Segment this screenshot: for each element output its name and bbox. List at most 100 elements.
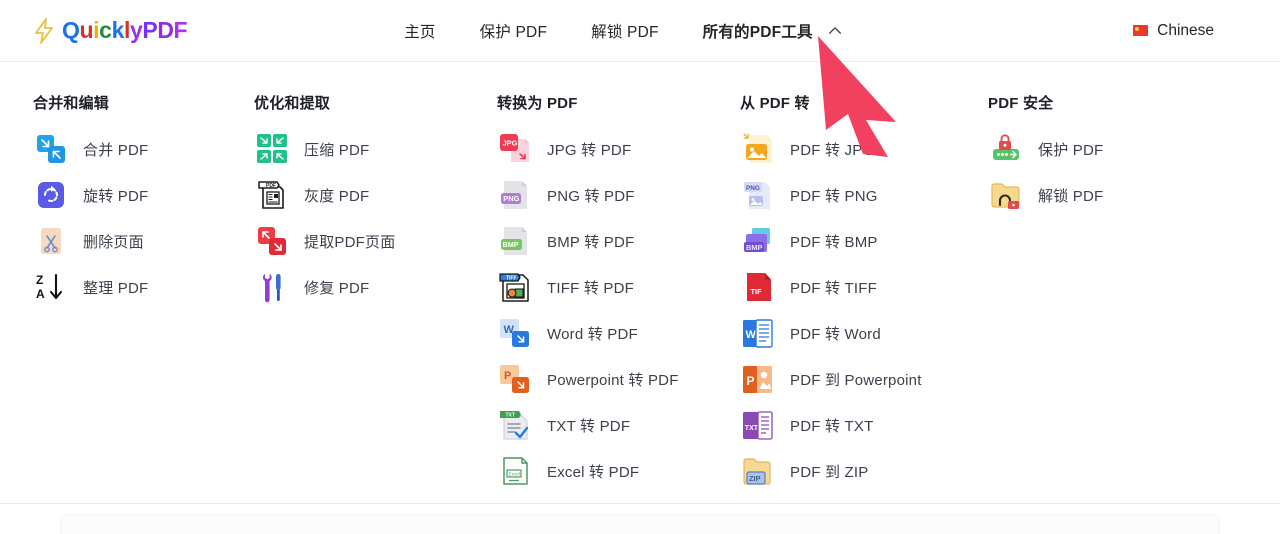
tool-item-pdf-to-png[interactable]: PNG PDF 转 PNG bbox=[740, 172, 980, 218]
tool-item-jpg-to-pdf[interactable]: JPG JPG 转 PDF bbox=[497, 126, 733, 172]
wordmark-letter: c bbox=[99, 17, 112, 43]
tool-item-merge-pdf[interactable]: 合并 PDF bbox=[33, 126, 245, 172]
rotate-pdf-icon bbox=[38, 182, 64, 208]
site-header: QuicklyPDF 主页 保护 PDF 解锁 PDF 所有的PDF工具 Chines… bbox=[0, 0, 1280, 62]
wordmark-letter: Q bbox=[62, 17, 80, 43]
tool-label: PDF 到 ZIP bbox=[790, 463, 869, 481]
word-to-pdf-icon: W bbox=[500, 319, 529, 347]
pdf-to-word-icon: W bbox=[740, 315, 776, 351]
tool-item-powerpoint-to-pdf[interactable]: P Powerpoint 转 PDF bbox=[497, 356, 733, 402]
nav-item-3[interactable]: 所有的PDF工具 bbox=[681, 14, 823, 48]
svg-text:Excel: Excel bbox=[509, 471, 520, 476]
protect-pdf-icon bbox=[993, 134, 1019, 160]
tool-item-delete-pages[interactable]: 删除页面 bbox=[33, 218, 245, 264]
tool-item-excel-to-pdf[interactable]: Excel Excel 转 PDF bbox=[497, 448, 733, 494]
tool-label: PDF 转 JPG bbox=[790, 141, 875, 159]
tool-label: PDF 转 PNG bbox=[790, 187, 878, 205]
tool-label: Word 转 PDF bbox=[547, 325, 638, 343]
wordmark-letter: D bbox=[157, 17, 174, 43]
bmp-to-pdf-icon: BMP bbox=[501, 227, 527, 255]
tool-item-pdf-to-word[interactable]: W PDF 转 Word bbox=[740, 310, 980, 356]
extract-pages-icon bbox=[254, 223, 290, 259]
column-title: 合并和编辑 bbox=[33, 95, 110, 112]
rotate-pdf-icon bbox=[33, 177, 69, 213]
svg-text:ZIP: ZIP bbox=[749, 474, 761, 483]
main-nav: 主页 保护 PDF 解锁 PDF 所有的PDF工具 bbox=[382, 14, 823, 48]
tool-item-bmp-to-pdf[interactable]: BMP BMP 转 PDF bbox=[497, 218, 733, 264]
tool-label: TXT 转 PDF bbox=[547, 417, 631, 435]
tool-column-2: 转换为 PDF JPG JPG 转 PDF PNG PNG 转 PDF BMP BMP 转 … bbox=[490, 88, 733, 504]
svg-text:P: P bbox=[747, 374, 755, 388]
tool-item-pdf-to-zip[interactable]: ZIP PDF 到 ZIP bbox=[740, 448, 980, 494]
column-title: 转换为 PDF bbox=[497, 95, 578, 112]
wordmark-letter: y bbox=[129, 17, 143, 43]
merge-pdf-icon bbox=[37, 135, 65, 163]
txt-to-pdf-icon: TXT bbox=[500, 411, 529, 440]
pdf-to-txt-icon: TXT bbox=[743, 411, 773, 440]
powerpoint-to-pdf-icon: P bbox=[500, 365, 529, 393]
tool-item-pdf-to-bmp[interactable]: BMP PDF 转 BMP bbox=[740, 218, 980, 264]
excel-to-pdf-icon: Excel bbox=[503, 457, 528, 485]
tool-label: TIFF 转 PDF bbox=[547, 279, 634, 297]
tool-item-rotate-pdf[interactable]: 旋转 PDF bbox=[33, 172, 245, 218]
tool-item-tiff-to-pdf[interactable]: TIFF TIFF 转 PDF bbox=[497, 264, 733, 310]
pdf-to-jpg-icon bbox=[740, 131, 776, 167]
nav-item-1[interactable]: 保护 PDF bbox=[458, 14, 570, 48]
svg-text:P: P bbox=[504, 370, 511, 382]
tool-item-pdf-to-powerpoint[interactable]: P PDF 到 Powerpoint bbox=[740, 356, 980, 402]
unlock-pdf-icon bbox=[988, 177, 1024, 213]
svg-text:W: W bbox=[746, 329, 757, 341]
tool-label: BMP 转 PDF bbox=[547, 233, 635, 251]
tool-item-grayscale-pdf[interactable]: PDF 灰度 PDF bbox=[254, 172, 490, 218]
wordmark-letter: F bbox=[173, 17, 188, 43]
footer-divider bbox=[0, 503, 1280, 504]
tool-item-pdf-to-jpg[interactable]: PDF 转 JPG bbox=[740, 126, 980, 172]
nav-item-0[interactable]: 主页 bbox=[382, 14, 457, 48]
language-selector[interactable]: Chinese bbox=[1133, 22, 1214, 40]
page-root: QuicklyPDF 主页 保护 PDF 解锁 PDF 所有的PDF工具 Chines… bbox=[0, 0, 1280, 534]
tool-item-extract-pages[interactable]: 提取PDF页面 bbox=[254, 218, 490, 264]
column-title: 从 PDF 转 bbox=[740, 95, 810, 112]
tool-item-compress-pdf[interactable]: 压缩 PDF bbox=[254, 126, 490, 172]
wordmark-letter: P bbox=[142, 17, 158, 43]
tool-label: Powerpoint 转 PDF bbox=[547, 371, 679, 389]
column-title: PDF 安全 bbox=[988, 95, 1054, 112]
tool-label: PNG 转 PDF bbox=[547, 187, 635, 205]
tool-item-txt-to-pdf[interactable]: TXT TXT 转 PDF bbox=[497, 402, 733, 448]
unlock-pdf-icon bbox=[991, 183, 1020, 209]
tool-label: 解锁 PDF bbox=[1038, 187, 1104, 205]
svg-text:JPG: JPG bbox=[503, 139, 518, 148]
pdf-to-zip-icon: ZIP bbox=[740, 453, 776, 489]
tool-item-protect-pdf[interactable]: 保护 PDF bbox=[988, 126, 1230, 172]
brand-logo[interactable]: QuicklyPDF bbox=[33, 17, 188, 44]
svg-text:A: A bbox=[36, 287, 45, 301]
tool-item-word-to-pdf[interactable]: W Word 转 PDF bbox=[497, 310, 733, 356]
svg-text:TXT: TXT bbox=[745, 425, 759, 432]
tool-label: Excel 转 PDF bbox=[547, 463, 640, 481]
tool-column-3: 从 PDF 转 PDF 转 JPG PNG PDF 转 PNG BMP PDF 转 BMP… bbox=[733, 88, 980, 504]
tool-label: 保护 PDF bbox=[1038, 141, 1104, 159]
extract-pages-icon bbox=[258, 227, 286, 255]
tool-label: PDF 转 TIFF bbox=[790, 279, 877, 297]
tool-item-sort-pdf[interactable]: Z A 整理 PDF bbox=[33, 264, 245, 310]
protect-pdf-icon bbox=[988, 131, 1024, 167]
chevron-up-icon[interactable] bbox=[825, 21, 845, 41]
tool-item-png-to-pdf[interactable]: PNG PNG 转 PDF bbox=[497, 172, 733, 218]
compress-pdf-icon bbox=[254, 131, 290, 167]
svg-text:PNG: PNG bbox=[746, 185, 760, 192]
sort-pdf-icon: ZA bbox=[36, 273, 63, 301]
pdf-to-jpg-icon bbox=[743, 133, 772, 163]
tool-label: PDF 转 Word bbox=[790, 325, 881, 343]
tool-label: JPG 转 PDF bbox=[547, 141, 632, 159]
tool-item-pdf-to-txt[interactable]: TXT PDF 转 TXT bbox=[740, 402, 980, 448]
tool-item-repair-pdf[interactable]: 修复 PDF bbox=[254, 264, 490, 310]
pdf-to-zip-icon: ZIP bbox=[743, 458, 771, 485]
svg-text:PDF: PDF bbox=[266, 183, 276, 189]
tool-item-unlock-pdf[interactable]: 解锁 PDF bbox=[988, 172, 1230, 218]
tool-item-pdf-to-tiff[interactable]: TIF PDF 转 TIFF bbox=[740, 264, 980, 310]
nav-item-2[interactable]: 解锁 PDF bbox=[569, 14, 681, 48]
pdf-to-tiff-icon: TIF bbox=[747, 273, 771, 301]
pdf-to-bmp-icon: BMP bbox=[744, 228, 770, 252]
svg-text:TIFF: TIFF bbox=[506, 276, 517, 282]
pdf-to-txt-icon: TXT bbox=[740, 407, 776, 443]
